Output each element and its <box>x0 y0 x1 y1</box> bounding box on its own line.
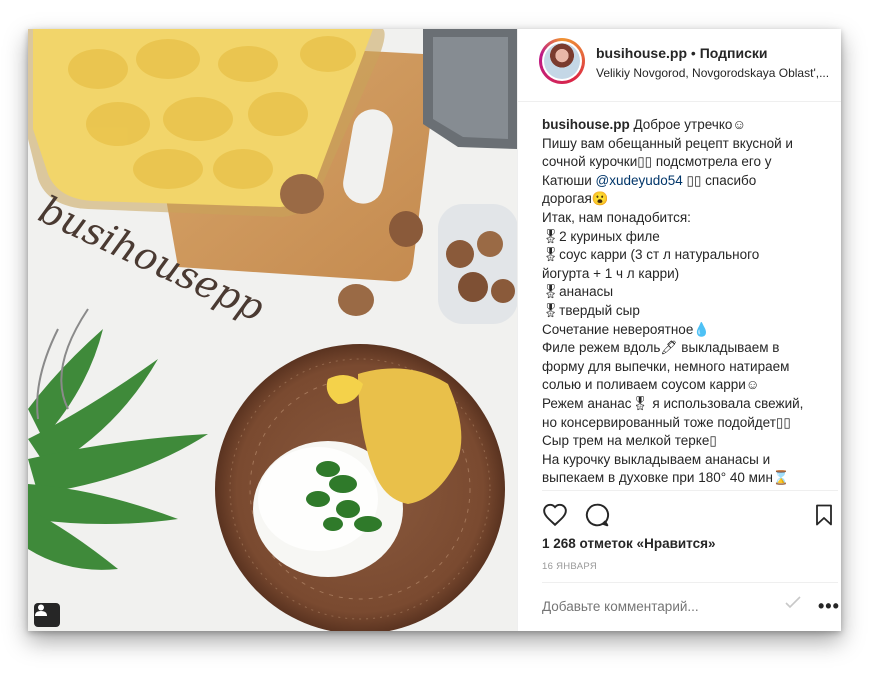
caption-line: Сыр трем на мелкой терке▯ <box>542 433 717 449</box>
heart-icon[interactable] <box>542 502 570 530</box>
mention-link[interactable]: @xudeyudo54 <box>596 173 683 188</box>
caption-line: Режем ананас🎖 я использовала свежий, <box>542 395 804 411</box>
caption-line: форму для выпечки, немного натираем <box>542 358 790 374</box>
divider <box>542 490 838 491</box>
caption-line: На курочку выкладываем ананасы и <box>542 451 771 467</box>
comment-input[interactable] <box>542 599 772 614</box>
caption-line: Сочетание невероятное💧 <box>542 321 711 337</box>
post-details-panel: busihouse.pp • Подписки Velikiy Novgorod… <box>517 29 841 631</box>
caption-line: 🎖соус карри (3 ст л натурального <box>542 247 760 263</box>
post-header: busihouse.pp • Подписки Velikiy Novgorod… <box>518 29 841 102</box>
food-photo-illustration: busihousepp <box>28 29 517 631</box>
caption-line: йогурта + 1 ч л карри) <box>542 265 680 281</box>
more-options-button[interactable]: ••• <box>818 596 840 617</box>
caption-line: Пишу вам обещанный рецепт вкусной и <box>542 135 793 151</box>
caption-line: 🎖твердый сыр <box>542 302 640 318</box>
post-caption: busihouse.pp Доброе утречко☺ Пишу вам об… <box>542 116 832 491</box>
comment-icon[interactable] <box>584 502 612 530</box>
follow-button[interactable]: Подписки <box>700 45 768 61</box>
caption-line: солью и поливаем соусом карри☺ <box>542 377 760 393</box>
location-link[interactable]: Velikiy Novgorod, Novgorodskaya Oblast',… <box>596 66 838 80</box>
caption-line: busihouse.pp Доброе утречко☺ <box>542 117 747 132</box>
post-author: busihouse.pp • Подписки <box>596 45 767 61</box>
caption-line: выпекаем в духовке при 180° 40 мин⌛ <box>542 470 790 486</box>
caption-line: но консервированный тоже подойдет▯▯ <box>542 414 791 430</box>
post-photo[interactable]: busihousepp <box>28 29 517 631</box>
post-date[interactable]: 16 ЯНВАРЯ <box>542 561 597 572</box>
likes-count[interactable]: 1 268 отметок «Нравится» <box>542 536 716 551</box>
divider <box>542 582 838 583</box>
action-bar <box>542 502 841 530</box>
caption-username[interactable]: busihouse.pp <box>542 117 630 132</box>
caption-line: сочной курочки▯▯ подсмотрела его у <box>542 154 772 170</box>
caption-line: Катюши @xudeyudo54 ▯▯ спасибо <box>542 172 757 188</box>
caption-line: Итак, нам понадобится: <box>542 209 691 225</box>
username-link[interactable]: busihouse.pp <box>596 45 687 61</box>
instagram-post: busihousepp busihouse.pp • Подписки Veli… <box>28 29 841 631</box>
caption-line: 🎖ананасы <box>542 284 614 300</box>
bookmark-icon[interactable] <box>812 502 840 530</box>
separator-dot: • <box>690 45 696 61</box>
caption-line: дорогая😮 <box>542 191 609 207</box>
caption-line: 🎖2 куриных филе <box>542 228 660 244</box>
caption-line: Филе режем вдоль🖊 выкладываем в <box>542 340 780 356</box>
spellcheck-icon <box>784 595 802 611</box>
person-tag-icon[interactable] <box>34 603 60 627</box>
avatar[interactable] <box>539 38 585 84</box>
